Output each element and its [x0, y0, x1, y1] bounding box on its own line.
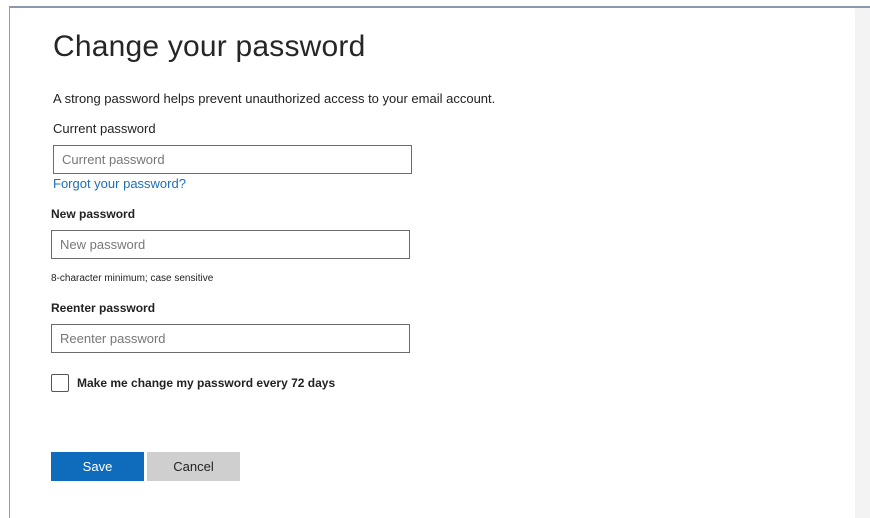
window-top-border	[9, 6, 870, 8]
forgot-password-link[interactable]: Forgot your password?	[53, 176, 186, 191]
window-left-border	[9, 6, 10, 518]
new-password-label: New password	[51, 207, 136, 221]
password-requirements-hint: 8-character minimum; case sensitive	[51, 273, 214, 284]
right-edge-shade	[855, 8, 870, 518]
save-button[interactable]: Save	[51, 452, 144, 481]
reenter-password-label: Reenter password	[51, 301, 156, 315]
password-expiry-checkbox[interactable]	[51, 374, 69, 392]
cancel-button[interactable]: Cancel	[147, 452, 240, 481]
current-password-label: Current password	[53, 121, 156, 136]
password-expiry-option[interactable]: Make me change my password every 72 days	[51, 374, 335, 392]
current-password-input[interactable]	[53, 145, 412, 174]
change-password-page: Change your password A strong password h…	[0, 0, 870, 518]
reenter-password-input[interactable]	[51, 324, 410, 353]
page-title: Change your password	[53, 30, 366, 63]
new-password-input[interactable]	[51, 230, 410, 259]
password-expiry-label[interactable]: Make me change my password every 72 days	[77, 376, 335, 390]
page-description: A strong password helps prevent unauthor…	[53, 91, 496, 106]
